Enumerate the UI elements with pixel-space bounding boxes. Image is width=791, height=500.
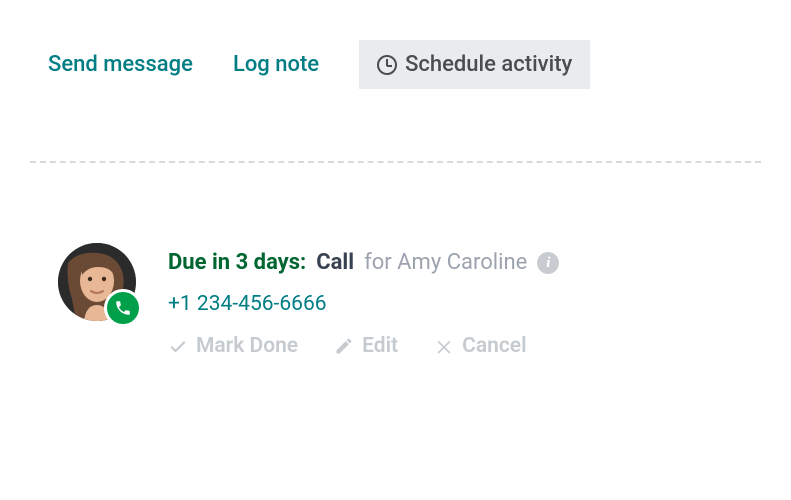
chatter-tabs: Send message Log note Schedule activity — [0, 0, 791, 89]
tab-log-note[interactable]: Log note — [233, 40, 319, 89]
tab-send-message[interactable]: Send message — [48, 40, 193, 89]
edit-label: Edit — [362, 334, 398, 358]
activity-actions: Mark Done Edit Cancel — [168, 334, 559, 358]
info-icon[interactable]: i — [537, 252, 559, 274]
tab-schedule-activity[interactable]: Schedule activity — [359, 40, 590, 89]
clock-icon — [377, 55, 397, 75]
activity-assignee: for Amy Caroline — [364, 249, 527, 278]
activity-type: Call — [316, 249, 354, 278]
activity-body: Due in 3 days: Call for Amy Caroline i +… — [168, 243, 559, 358]
tab-schedule-activity-label: Schedule activity — [405, 52, 572, 77]
check-icon — [168, 336, 188, 356]
pencil-icon — [334, 336, 354, 356]
cancel-button[interactable]: Cancel — [434, 334, 526, 358]
close-icon — [434, 336, 454, 356]
activity-due: Due in 3 days: — [168, 249, 306, 278]
activity-type-badge — [104, 289, 142, 327]
activity-item: Due in 3 days: Call for Amy Caroline i +… — [0, 163, 791, 358]
avatar-wrap — [58, 243, 136, 321]
activity-summary: Due in 3 days: Call for Amy Caroline i — [168, 249, 559, 278]
activity-phone-link[interactable]: +1 234-456-6666 — [168, 292, 327, 316]
mark-done-button[interactable]: Mark Done — [168, 334, 298, 358]
mark-done-label: Mark Done — [196, 334, 298, 358]
cancel-label: Cancel — [462, 334, 526, 358]
phone-icon — [114, 299, 132, 317]
edit-button[interactable]: Edit — [334, 334, 398, 358]
